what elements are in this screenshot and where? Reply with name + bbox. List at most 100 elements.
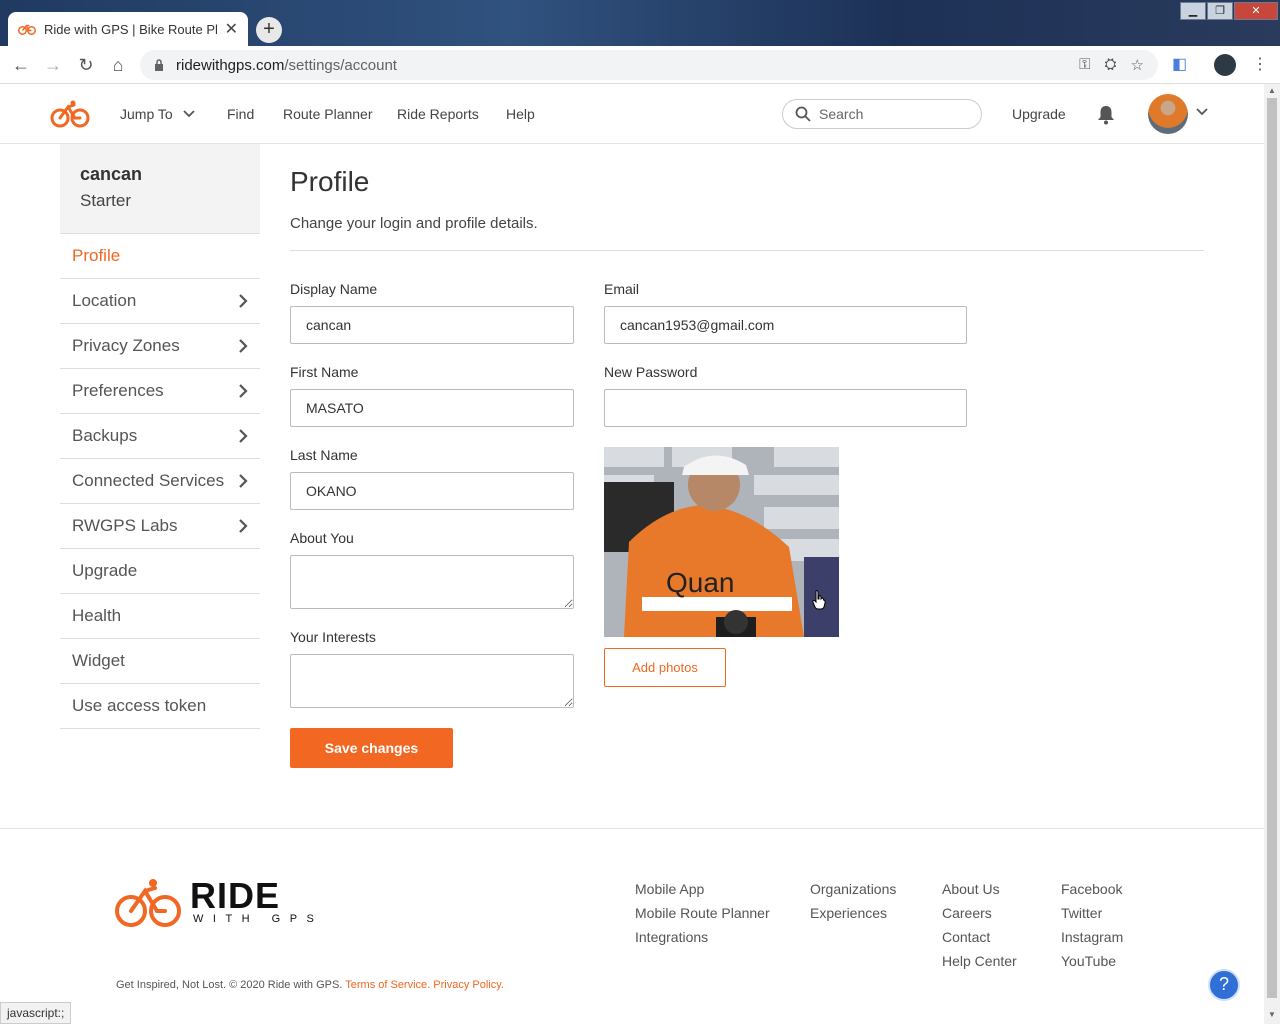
footer-column-company: About Us Careers Contact Help Center (942, 881, 1017, 971)
display-name-input[interactable] (290, 306, 574, 344)
profile-photo[interactable]: Quan (604, 447, 839, 637)
sidebar-item-connected-services[interactable]: Connected Services (60, 459, 260, 504)
maximize-button[interactable]: ❐ (1207, 2, 1233, 20)
sidebar-item-preferences[interactable]: Preferences (60, 369, 260, 414)
footer-link-help-center[interactable]: Help Center (942, 953, 1017, 971)
site-header: Jump To Find Route Planner Ride Reports … (0, 84, 1264, 144)
nav-jump-to[interactable]: Jump To (120, 84, 195, 144)
minimize-button[interactable]: ▁ (1180, 2, 1206, 20)
last-name-label: Last Name (290, 447, 358, 463)
notification-bell-icon[interactable] (1097, 105, 1115, 125)
sidebar-item-label: Profile (72, 246, 121, 265)
bookmark-star-icon[interactable]: ☆ (1131, 56, 1144, 74)
footer-column-social: Facebook Twitter Instagram YouTube (1061, 881, 1123, 971)
sidebar-item-location[interactable]: Location (60, 279, 260, 324)
browser-tab[interactable]: Ride with GPS | Bike Route Pl ✕ (8, 12, 248, 46)
sidebar-item-label: Upgrade (72, 561, 138, 580)
ride-with-gps-logo-icon[interactable] (50, 98, 90, 130)
footer-link-instagram[interactable]: Instagram (1061, 929, 1123, 947)
scrollbar-thumb[interactable] (1267, 98, 1277, 998)
nav-ride-reports[interactable]: Ride Reports (397, 84, 479, 144)
sidebar-item-label: Health (72, 606, 122, 625)
first-name-input[interactable] (290, 389, 574, 427)
footer-link-organizations[interactable]: Organizations (810, 881, 896, 899)
account-chevron-down-icon[interactable] (1196, 108, 1208, 116)
user-avatar[interactable] (1148, 94, 1188, 134)
sidebar-item-widget[interactable]: Widget (60, 639, 260, 684)
new-tab-button[interactable]: + (256, 17, 282, 43)
sidebar-item-profile[interactable]: Profile (60, 234, 260, 279)
home-icon[interactable]: ⌂ (107, 54, 129, 76)
privacy-policy-link[interactable]: Privacy Policy. (433, 979, 504, 991)
footer-link-mobile-app[interactable]: Mobile App (635, 881, 770, 899)
hand-cursor-icon (812, 590, 826, 610)
add-photos-button[interactable]: Add photos (604, 648, 726, 687)
browser-menu-icon[interactable]: ⋮ (1252, 54, 1268, 74)
translate-icon[interactable]: ⛭ (1105, 56, 1117, 74)
page-scrollbar[interactable]: ▲ ▼ (1264, 84, 1280, 1024)
new-password-input[interactable] (604, 389, 967, 427)
your-interests-label: Your Interests (290, 629, 376, 645)
last-name-input[interactable] (290, 472, 574, 510)
sidebar-item-label: Backups (72, 426, 138, 445)
your-interests-textarea[interactable] (290, 654, 574, 708)
reload-icon[interactable]: ↻ (75, 54, 97, 76)
tab-close-icon[interactable]: ✕ (225, 19, 238, 39)
footer-link-experiences[interactable]: Experiences (810, 905, 896, 923)
sidebar-user-card: cancan Starter (60, 144, 260, 234)
scroll-up-arrow-icon[interactable]: ▲ (1268, 86, 1276, 95)
footer-link-youtube[interactable]: YouTube (1061, 953, 1123, 971)
footer-link-about-us[interactable]: About Us (942, 881, 1017, 899)
header-upgrade-link[interactable]: Upgrade (1012, 84, 1066, 144)
page-title: Profile (290, 166, 370, 197)
footer-logo-sub: WITH GPS (193, 913, 324, 925)
scroll-down-arrow-icon[interactable]: ▼ (1268, 1010, 1276, 1019)
chevron-right-icon (239, 339, 248, 353)
svg-text:Quan: Quan (666, 567, 735, 598)
search-input[interactable] (819, 106, 969, 122)
nav-find[interactable]: Find (227, 84, 254, 144)
footer-link-contact[interactable]: Contact (942, 929, 1017, 947)
about-you-textarea[interactable] (290, 555, 574, 609)
sidebar-item-privacy-zones[interactable]: Privacy Zones (60, 324, 260, 369)
copyright: Get Inspired, Not Lost. © 2020 Ride with… (116, 979, 504, 991)
nav-route-planner[interactable]: Route Planner (283, 84, 373, 144)
search-box[interactable] (782, 99, 982, 129)
copyright-text: Get Inspired, Not Lost. © 2020 Ride with… (116, 979, 343, 991)
back-arrow-icon[interactable]: ← (10, 54, 32, 76)
first-name-label: First Name (290, 364, 359, 380)
sidebar-plan: Starter (80, 191, 132, 210)
google-translate-extension-icon[interactable]: ◧ (1172, 54, 1187, 74)
sidebar-item-label: Widget (72, 651, 125, 670)
browser-status-bar: javascript:; (0, 1002, 72, 1024)
chevron-right-icon (239, 294, 248, 308)
footer-link-integrations[interactable]: Integrations (635, 929, 770, 947)
address-bar[interactable]: ridewithgps.com/settings/account ⚿ ⛭ ☆ (140, 50, 1158, 80)
sidebar-item-use-access-token[interactable]: Use access token (60, 684, 260, 729)
footer-link-facebook[interactable]: Facebook (1061, 881, 1123, 899)
sidebar-item-upgrade[interactable]: Upgrade (60, 549, 260, 594)
email-input[interactable] (604, 306, 967, 344)
footer-link-twitter[interactable]: Twitter (1061, 905, 1123, 923)
footer-logo-word: RIDE (190, 875, 281, 916)
sidebar-item-label: Use access token (72, 696, 207, 715)
help-question-icon[interactable]: ? (1208, 969, 1240, 1001)
sidebar-item-label: Location (72, 291, 137, 310)
close-window-button[interactable]: ✕ (1234, 2, 1278, 20)
sidebar-item-health[interactable]: Health (60, 594, 260, 639)
profile-avatar-icon[interactable] (1214, 54, 1236, 76)
terms-of-service-link[interactable]: Terms of Service. (345, 979, 430, 991)
sidebar-item-rwgps-labs[interactable]: RWGPS Labs (60, 504, 260, 549)
site-footer: RIDE WITH GPS Mobile App Mobile Route Pla… (0, 828, 1264, 1024)
profile-photo-image: Quan (604, 447, 839, 637)
url-host: ridewithgps.com (176, 56, 285, 74)
key-icon[interactable]: ⚿ (1079, 56, 1090, 74)
browser-toolbar: ← → ↻ ⌂ ridewithgps.com/settings/account… (0, 46, 1280, 84)
footer-link-mobile-route-planner[interactable]: Mobile Route Planner (635, 905, 770, 923)
forward-arrow-icon[interactable]: → (42, 54, 64, 76)
nav-jump-to-label: Jump To (120, 106, 173, 122)
nav-help[interactable]: Help (506, 84, 535, 144)
sidebar-item-backups[interactable]: Backups (60, 414, 260, 459)
footer-link-careers[interactable]: Careers (942, 905, 1017, 923)
save-changes-button[interactable]: Save changes (290, 728, 453, 768)
